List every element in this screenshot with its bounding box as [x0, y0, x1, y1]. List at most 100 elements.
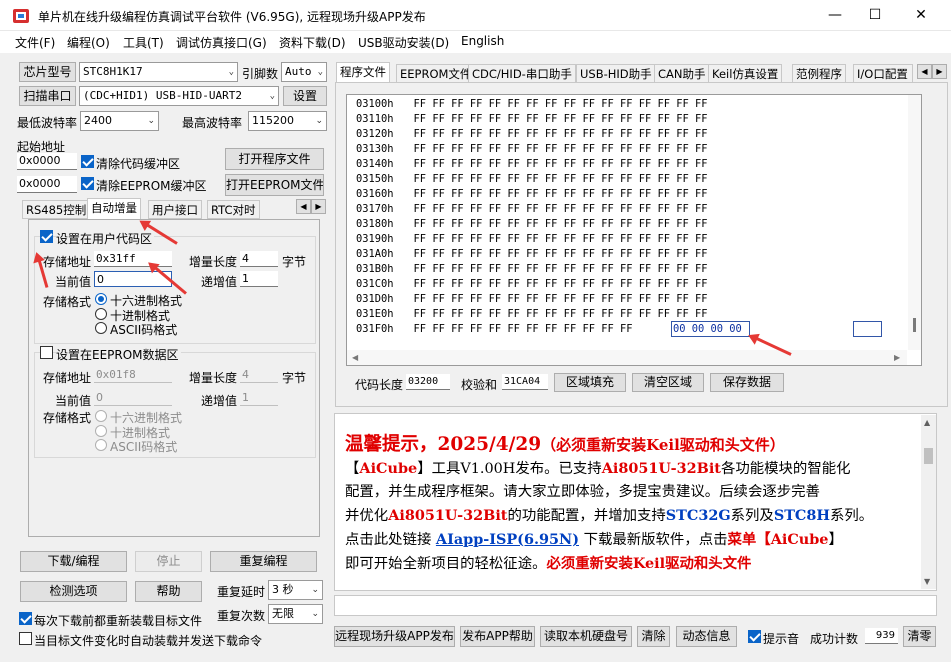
repeat-program-button[interactable]: 重复编程 — [210, 551, 317, 572]
tab-rtc[interactable]: RTC对时 — [207, 200, 260, 219]
notice-scroll-thumb[interactable] — [924, 448, 933, 464]
scroll-left-icon[interactable]: ◀ — [352, 353, 358, 362]
tab-can[interactable]: CAN助手 — [654, 64, 710, 83]
publish-app-help-button[interactable]: 发布APP帮助 — [460, 626, 535, 647]
hex-row[interactable]: 031A0h FF FF FF FF FF FF FF FF FF FF FF F… — [356, 247, 708, 262]
tab-auto-increment[interactable]: 自动增量 — [87, 198, 141, 220]
publish-app-button[interactable]: 远程现场升级APP发布 — [334, 626, 455, 647]
user-code-checkbox[interactable] — [40, 230, 53, 243]
right-tab-scroll-right[interactable]: ▶ — [932, 64, 947, 79]
hex-row[interactable]: 03150h FF FF FF FF FF FF FF FF FF FF FF F… — [356, 172, 708, 187]
menu-program[interactable]: 编程(O) — [67, 34, 110, 51]
menu-english[interactable]: English — [461, 34, 504, 48]
beep-checkbox[interactable] — [748, 630, 761, 643]
hex-selected-bytes[interactable]: 00 00 00 00 — [671, 321, 750, 337]
clear-eeprom-buffer-checkbox[interactable] — [81, 177, 94, 190]
scan-port-button[interactable]: 扫描串口 — [19, 86, 76, 106]
user-fmt-hex-radio[interactable] — [95, 293, 107, 305]
user-addr-input[interactable]: 0x31ff — [94, 251, 172, 267]
hex-row[interactable]: 03190h FF FF FF FF FF FF FF FF FF FF FF F… — [356, 232, 708, 247]
tab-keil-sim[interactable]: Keil仿真设置 — [708, 64, 783, 83]
menu-tools[interactable]: 工具(T) — [123, 34, 164, 51]
hex-row[interactable]: 03120h FF FF FF FF FF FF FF FF FF FF FF F… — [356, 127, 708, 142]
eeprom-start-address-input[interactable]: 0x0000 — [17, 176, 77, 193]
ee-fmt-hex-radio[interactable] — [95, 410, 107, 422]
menu-usb-driver[interactable]: USB驱动安装(D) — [358, 34, 449, 51]
tab-scroll-right[interactable]: ▶ — [311, 199, 326, 214]
tab-examples[interactable]: 范例程序 — [792, 64, 846, 83]
hex-row[interactable]: 031C0h FF FF FF FF FF FF FF FF FF FF FF F… — [356, 277, 708, 292]
tab-scroll-left[interactable]: ◀ — [296, 199, 311, 214]
clear-log-button[interactable]: 清除 — [637, 626, 670, 647]
hex-scroll-thumb[interactable] — [913, 318, 916, 332]
min-baud-select[interactable]: 2400 ⌄ — [80, 111, 159, 131]
download-link[interactable]: AIapp-ISP(6.95N) — [436, 531, 579, 548]
max-baud-select[interactable]: 115200 ⌄ — [248, 111, 327, 131]
tab-io-config[interactable]: I/O口配置 — [853, 64, 913, 83]
open-program-file-button[interactable]: 打开程序文件 — [225, 148, 324, 170]
ee-addr-input[interactable]: 0x01f8 — [94, 367, 172, 383]
hex-row[interactable]: 03170h FF FF FF FF FF FF FF FF FF FF FF F… — [356, 202, 708, 217]
chip-model-select[interactable]: STC8H1K17 ⌄ — [79, 62, 238, 82]
eeprom-checkbox[interactable] — [40, 346, 53, 359]
user-fmt-ascii-radio[interactable] — [95, 322, 107, 334]
help-button[interactable]: 帮助 — [135, 581, 202, 602]
tab-rs485[interactable]: RS485控制 — [22, 200, 91, 219]
ee-inc-input[interactable]: 1 — [240, 390, 278, 406]
maximize-button[interactable]: ☐ — [852, 0, 898, 31]
code-start-address-input[interactable]: 0x0000 — [17, 153, 77, 170]
repeat-delay-select[interactable]: 3 秒 ⌄ — [268, 580, 323, 600]
hex-vertical-scrollbar[interactable] — [908, 95, 921, 350]
hex-row[interactable]: 031B0h FF FF FF FF FF FF FF FF FF FF FF F… — [356, 262, 708, 277]
menu-download[interactable]: 资料下载(D) — [279, 34, 346, 51]
user-inc-input[interactable]: 1 — [240, 271, 278, 287]
download-program-button[interactable]: 下载/编程 — [20, 551, 127, 572]
close-button[interactable]: ✕ — [898, 0, 944, 31]
ee-cur-input[interactable]: 0 — [94, 390, 172, 406]
hex-horizontal-scrollbar[interactable] — [347, 350, 907, 365]
scroll-right-icon[interactable]: ▶ — [894, 353, 900, 362]
hex-row[interactable]: 031D0h FF FF FF FF FF FF FF FF FF FF FF F… — [356, 292, 708, 307]
hex-row[interactable]: 03110h FF FF FF FF FF FF FF FF FF FF FF F… — [356, 112, 708, 127]
dynamic-info-button[interactable]: 动态信息 — [676, 626, 737, 647]
scroll-up-icon[interactable]: ▲ — [924, 418, 930, 427]
hex-row[interactable]: 03180h FF FF FF FF FF FF FF FF FF FF FF F… — [356, 217, 708, 232]
hex-row[interactable]: 031F0h FF FF FF FF FF FF FF FF FF FF FF F… — [356, 322, 633, 337]
stop-button[interactable]: 停止 — [135, 551, 202, 572]
tab-usb-hid[interactable]: USB-HID助手 — [576, 64, 656, 83]
area-fill-button[interactable]: 区域填充 — [554, 373, 626, 392]
hex-row[interactable]: 031E0h FF FF FF FF FF FF FF FF FF FF FF F… — [356, 307, 708, 322]
tab-eeprom-file[interactable]: EEPROM文件 — [396, 64, 476, 83]
menu-file[interactable]: 文件(F) — [15, 34, 55, 51]
notice-scrollbar[interactable] — [921, 415, 936, 589]
menu-debug[interactable]: 调试仿真接口(G) — [176, 34, 267, 51]
hex-row[interactable]: 03100h FF FF FF FF FF FF FF FF FF FF FF F… — [356, 97, 708, 112]
ee-len-input[interactable]: 4 — [240, 367, 278, 383]
repeat-count-select[interactable]: 无限 ⌄ — [268, 604, 323, 624]
chip-model-button[interactable]: 芯片型号 — [19, 62, 76, 82]
clear-code-buffer-checkbox[interactable] — [81, 155, 94, 168]
user-fmt-dec-radio[interactable] — [95, 308, 107, 320]
settings-button[interactable]: 设置 — [283, 86, 327, 106]
save-data-button[interactable]: 保存数据 — [710, 373, 784, 392]
tab-user-interface[interactable]: 用户接口 — [148, 200, 202, 219]
hex-row[interactable]: 03130h FF FF FF FF FF FF FF FF FF FF FF F… — [356, 142, 708, 157]
ee-fmt-ascii-radio[interactable] — [95, 439, 107, 451]
reload-before-download-checkbox[interactable] — [19, 612, 32, 625]
tab-program-file[interactable]: 程序文件 — [336, 62, 390, 83]
scroll-down-icon[interactable]: ▼ — [924, 577, 930, 586]
clear-area-button[interactable]: 清空区域 — [632, 373, 704, 392]
check-options-button[interactable]: 检测选项 — [20, 581, 127, 602]
pins-select[interactable]: Auto ⌄ — [281, 62, 327, 82]
hex-row[interactable]: 03160h FF FF FF FF FF FF FF FF FF FF FF F… — [356, 187, 708, 202]
open-eeprom-file-button[interactable]: 打开EEPROM文件 — [225, 174, 324, 196]
port-select[interactable]: (CDC+HID1) USB-HID-UART2 ⌄ — [79, 86, 279, 106]
read-disk-id-button[interactable]: 读取本机硬盘号 — [540, 626, 632, 647]
reset-count-button[interactable]: 清零 — [903, 626, 936, 647]
auto-load-checkbox[interactable] — [19, 632, 32, 645]
right-tab-scroll-left[interactable]: ◀ — [917, 64, 932, 79]
hex-row[interactable]: 03140h FF FF FF FF FF FF FF FF FF FF FF F… — [356, 157, 708, 172]
user-len-input[interactable]: 4 — [240, 251, 278, 267]
ee-fmt-dec-radio[interactable] — [95, 425, 107, 437]
tab-cdc-hid-serial[interactable]: CDC/HID-串口助手 — [468, 64, 576, 83]
